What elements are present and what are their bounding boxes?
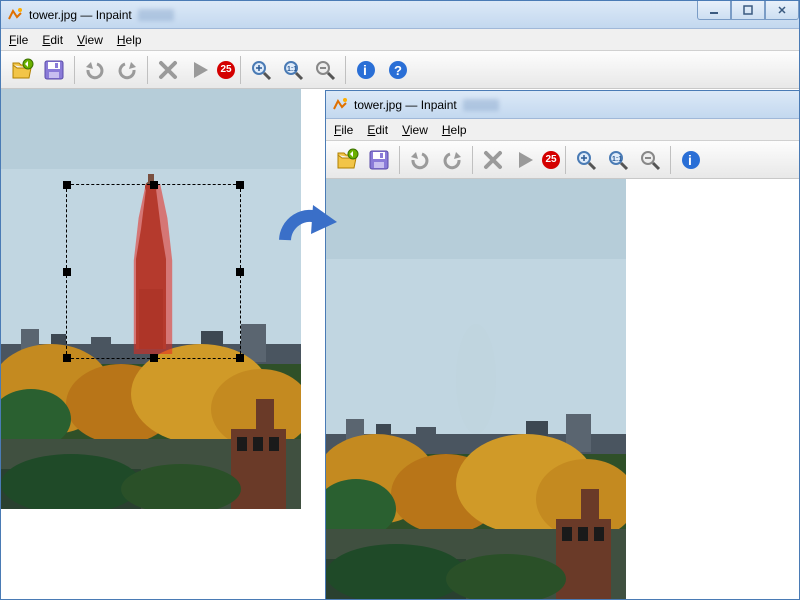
resize-handle[interactable] [150,354,158,362]
app-icon [7,7,23,23]
help-button[interactable]: ? [383,55,413,85]
menu-edit[interactable]: Edit [42,33,63,47]
window-controls [697,1,799,20]
open-button[interactable] [332,145,362,175]
separator [565,146,566,174]
info-button[interactable]: i [676,145,706,175]
separator [74,56,75,84]
info-button[interactable]: i [351,55,381,85]
separator [345,56,346,84]
menu-help[interactable]: Help [442,123,467,137]
canvas-area[interactable] [326,179,799,599]
separator [472,146,473,174]
menu-help[interactable]: Help [117,33,142,47]
zoom-out-button[interactable] [310,55,340,85]
menu-edit[interactable]: Edit [367,123,388,137]
resize-handle[interactable] [236,181,244,189]
titlebar[interactable]: tower.jpg — Inpaint [1,1,799,29]
menu-file[interactable]: FFileile [9,33,28,47]
save-button[interactable] [39,55,69,85]
title-blur [463,99,499,111]
titlebar[interactable]: tower.jpg — Inpaint [326,91,799,119]
menu-view[interactable]: View [402,123,428,137]
save-button[interactable] [364,145,394,175]
resize-handle[interactable] [236,354,244,362]
minimize-button[interactable] [697,1,731,20]
svg-text:1:1: 1:1 [287,66,297,73]
svg-text:i: i [363,62,367,78]
toolbar: 25 1:1 i [326,141,799,179]
separator [240,56,241,84]
redo-button[interactable] [437,145,467,175]
cancel-button[interactable] [153,55,183,85]
window-title: tower.jpg — Inpaint [354,98,457,112]
window-after: tower.jpg — Inpaint File Edit View Help … [325,90,800,600]
zoom-actual-button[interactable]: 1:1 [278,55,308,85]
svg-text:1:1: 1:1 [612,156,622,163]
resize-handle[interactable] [63,354,71,362]
separator [399,146,400,174]
open-button[interactable] [7,55,37,85]
count-badge: 25 [542,151,560,169]
menubar: FFileile Edit View Help [1,29,799,51]
undo-button[interactable] [80,55,110,85]
cancel-button[interactable] [478,145,508,175]
redo-button[interactable] [112,55,142,85]
resize-handle[interactable] [236,268,244,276]
run-button[interactable] [510,145,540,175]
resize-handle[interactable] [63,181,71,189]
separator [670,146,671,174]
menubar: File Edit View Help [326,119,799,141]
resize-handle[interactable] [63,268,71,276]
svg-text:i: i [688,152,692,168]
selection-marquee[interactable] [66,184,241,359]
app-icon [332,97,348,113]
arrow-icon [275,200,345,270]
menu-view[interactable]: View [77,33,103,47]
undo-button[interactable] [405,145,435,175]
zoom-actual-button[interactable]: 1:1 [603,145,633,175]
window-title: tower.jpg — Inpaint [29,8,132,22]
toolbar: 25 1:1 i ? [1,51,799,89]
separator [147,56,148,84]
zoom-out-button[interactable] [635,145,665,175]
resize-handle[interactable] [150,181,158,189]
title-blur [138,9,174,21]
zoom-in-button[interactable] [571,145,601,175]
zoom-in-button[interactable] [246,55,276,85]
maximize-button[interactable] [731,1,765,20]
count-badge: 25 [217,61,235,79]
result-image [326,179,626,599]
close-button[interactable] [765,1,799,20]
menu-file[interactable]: File [334,123,353,137]
svg-text:?: ? [394,63,402,78]
run-button[interactable] [185,55,215,85]
